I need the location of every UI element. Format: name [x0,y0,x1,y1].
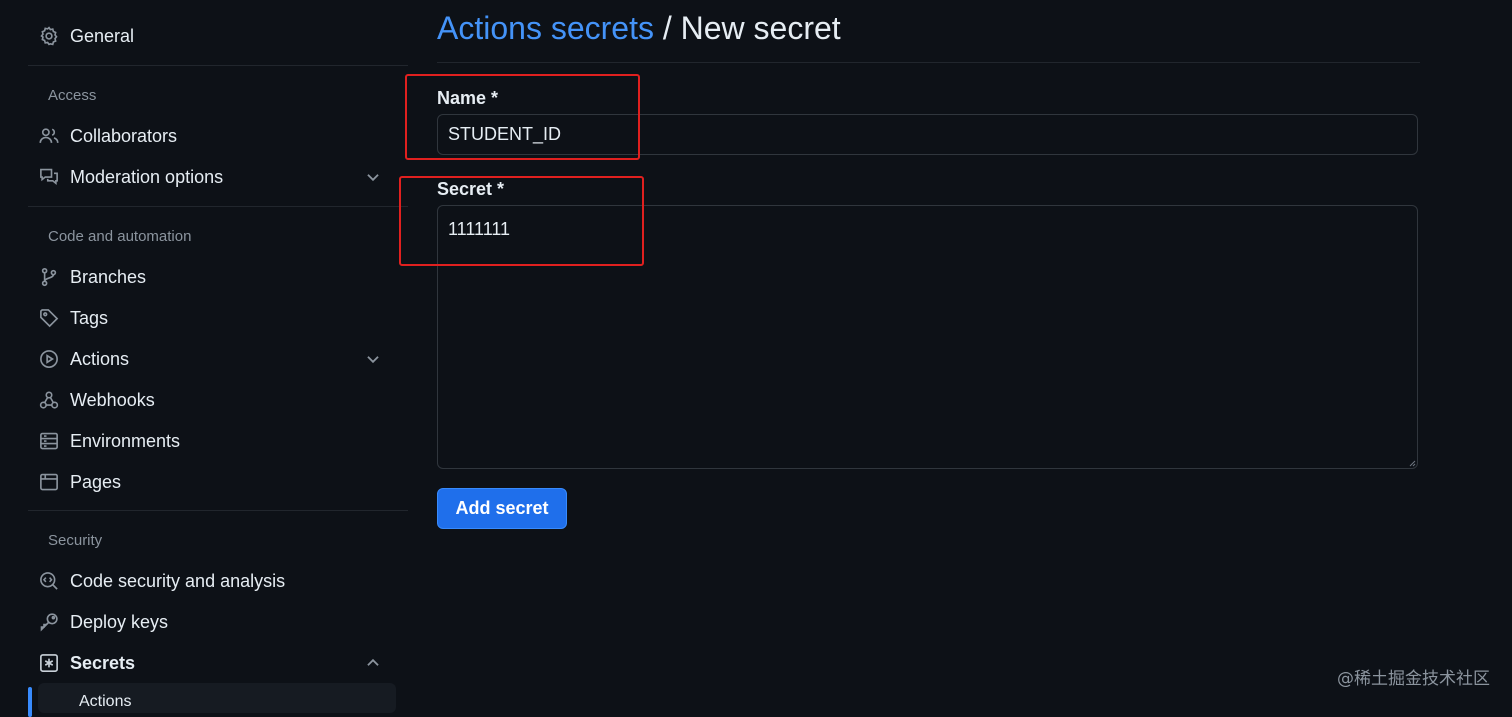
section-heading-code-automation: Code and automation [48,228,192,245]
tag-icon [38,307,60,329]
page-title: Actions secrets / New secret [437,10,841,47]
sidebar-item-label: Pages [70,471,122,492]
sidebar-item-collaborators[interactable]: Collaborators [38,118,398,154]
comment-discussion-icon [38,166,60,188]
key-icon [38,611,60,633]
webhook-icon [38,389,60,411]
browser-icon [38,471,60,493]
sidebar-item-branches[interactable]: Branches [38,259,398,295]
add-secret-button[interactable]: Add secret [437,488,567,529]
section-heading-access: Access [48,87,97,104]
gear-icon [38,25,60,47]
sidebar-item-label: Secrets [70,652,136,673]
sidebar-item-label: Collaborators [70,125,178,146]
sidebar-subitem-label: Actions [79,693,132,710]
secret-label: Secret * [437,179,505,199]
sidebar-subitem-actions-secrets[interactable]: Actions [28,683,396,717]
codescan-icon [38,570,60,592]
sidebar-item-general[interactable]: General [38,18,398,54]
git-branch-icon [38,266,60,288]
sidebar-item-moderation-options[interactable]: Moderation options [38,159,398,195]
sidebar-item-label: Deploy keys [70,611,169,632]
sidebar-item-label: Actions [70,348,130,369]
sidebar-divider [28,206,408,207]
secret-name-input[interactable] [437,114,1418,155]
breadcrumb-current: New secret [680,10,841,46]
sidebar-item-pages[interactable]: Pages [38,464,398,500]
play-icon [38,348,60,370]
section-heading-security: Security [48,532,103,549]
title-divider [437,62,1420,63]
sidebar-item-deploy-keys[interactable]: Deploy keys [38,604,398,640]
chevron-down-icon[interactable] [364,350,382,368]
people-icon [38,125,60,147]
active-indicator [28,687,32,717]
secret-value-textarea[interactable]: 1111111 [437,205,1418,469]
sidebar-item-label: Tags [70,307,109,328]
watermark: @稀土掘金技术社区 [1337,669,1490,689]
settings-sidebar: General Access Collaborators Moderation … [28,0,408,717]
sidebar-item-label: Moderation options [70,166,224,187]
sidebar-divider [28,510,408,511]
asterisk-box-icon [38,652,60,674]
chevron-up-icon[interactable] [364,654,382,672]
sidebar-item-secrets[interactable]: Secrets [38,645,398,681]
sidebar-item-tags[interactable]: Tags [38,300,398,336]
sidebar-item-webhooks[interactable]: Webhooks [38,382,398,418]
sidebar-item-label: Webhooks [70,389,155,410]
sidebar-item-label: Code security and analysis [70,570,286,591]
sidebar-item-code-security[interactable]: Code security and analysis [38,563,398,599]
sidebar-item-label: General [70,25,135,46]
chevron-down-icon[interactable] [364,168,382,186]
sidebar-item-actions[interactable]: Actions [38,341,398,377]
server-icon [38,430,60,452]
sidebar-divider [28,65,408,66]
sidebar-item-label: Environments [70,430,181,451]
breadcrumb-separator: / [653,10,681,46]
name-label: Name * [437,88,499,108]
resize-handle-icon[interactable] [1408,459,1416,467]
breadcrumb-link-actions-secrets[interactable]: Actions secrets [437,10,654,46]
sidebar-item-environments[interactable]: Environments [38,423,398,459]
sidebar-item-label: Branches [70,266,147,287]
